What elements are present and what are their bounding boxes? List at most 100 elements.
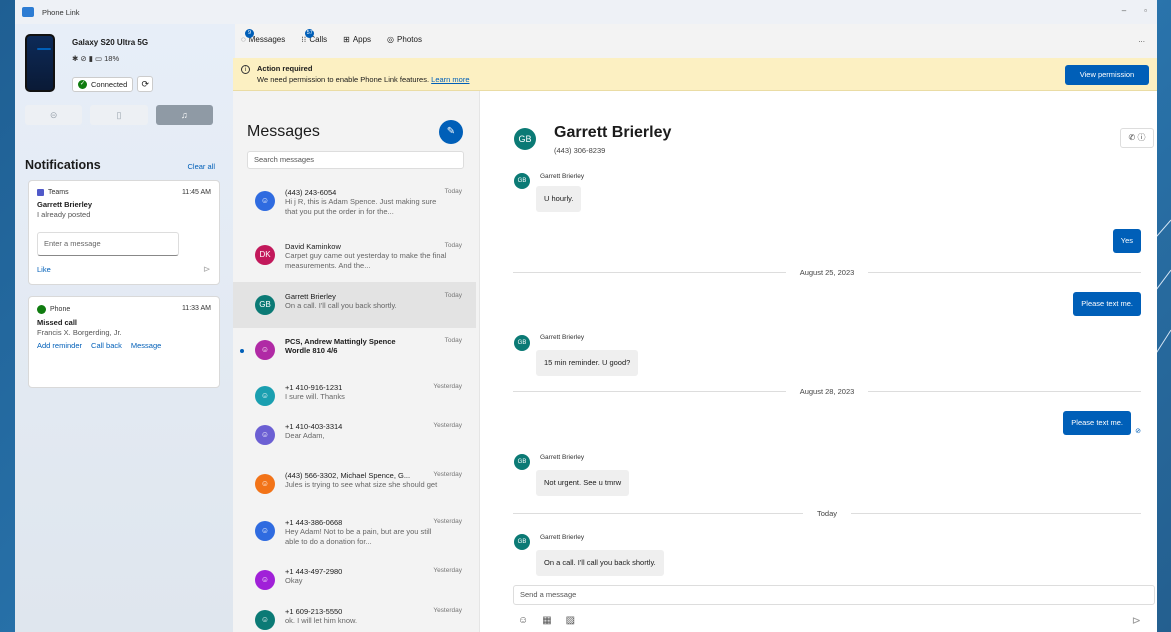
conversation-name: (443) 566-3302, Michael Spence, G...	[285, 471, 411, 480]
read-receipt-icon: ⊘	[1135, 428, 1141, 435]
search-messages-input[interactable]: Search messages	[247, 151, 464, 169]
notification-time: 11:45 AM	[181, 189, 211, 196]
compose-toolbar: ☺ ▦ ▨	[518, 615, 575, 626]
list-item[interactable]: ☺ (443) 566-3302, Michael Spence, G... J…	[233, 461, 476, 507]
device-panel: Galaxy S20 Ultra 5G ✱ ⊘ ▮ ▭ 18% ✓ Connec…	[15, 24, 235, 632]
message-link[interactable]: Message	[131, 341, 161, 350]
message-bubble: U hourly.	[536, 186, 582, 212]
missed-call-title: Missed call	[37, 318, 78, 327]
list-item[interactable]: ☺ +1 609-213-5550 ok. I will let him kno…	[233, 597, 476, 632]
date-separator: Today	[513, 508, 1142, 518]
tab-photos[interactable]: ◎ Photos	[387, 35, 422, 44]
send-icon[interactable]: ⊳	[1132, 614, 1141, 627]
caller-name: Francis X. Borgerding, Jr.	[37, 328, 122, 337]
title-bar: Phone Link – ▫	[15, 0, 1157, 24]
vibrate-button[interactable]: ▯	[90, 105, 148, 125]
conversation-name: +1 410-403-3314	[285, 422, 343, 431]
tab-messages[interactable]: ◌ 9 Messages	[241, 29, 286, 44]
avatar: ☺	[255, 191, 275, 211]
reply-input[interactable]: Enter a message	[37, 232, 179, 256]
notification-app: Phone	[50, 306, 71, 313]
missed-call-card: Phone 11:33 AM Missed call Francis X. Bo…	[28, 296, 220, 388]
main-tabs: ◌ 9 Messages ⁝⁝ 57 Calls ⊞ Apps ◎ Photos	[241, 29, 422, 44]
notifications-title: Notifications	[25, 158, 101, 172]
list-item[interactable]: GB Garrett Brierley On a call. I'll call…	[233, 282, 476, 328]
phone-link-window: Phone Link – ▫ Galaxy S20 Ultra 5G ✱ ⊘ ▮…	[15, 0, 1157, 632]
date-separator: August 25, 2023	[513, 267, 1142, 277]
check-icon: ✓	[78, 79, 87, 89]
image-icon[interactable]: ▨	[566, 615, 575, 626]
window-controls: – ▫	[1122, 6, 1147, 15]
new-message-button[interactable]: ✎	[439, 120, 463, 144]
audio-button[interactable]: ♫	[155, 105, 213, 125]
maximize-button[interactable]: ▫	[1144, 6, 1147, 15]
sent-bubble: Please text me.	[1073, 292, 1141, 316]
conversation-date: Today	[444, 188, 462, 195]
device-name: Galaxy S20 Ultra 5G	[72, 38, 149, 47]
unread-indicator	[240, 349, 244, 353]
conversation-preview: Hi j R, this is Adam Spence. Just making…	[285, 197, 437, 216]
conversation-name: (443) 243-6054	[285, 188, 337, 197]
message-thread: GB Garrett Brierley U hourly. Yes August…	[480, 161, 1157, 581]
add-reminder-link[interactable]: Add reminder	[37, 341, 82, 350]
call-back-link[interactable]: Call back	[91, 341, 122, 350]
message-bubble: 15 min reminder. U good?	[536, 350, 639, 376]
minimize-button[interactable]: –	[1122, 6, 1126, 15]
teams-icon	[37, 189, 44, 196]
notification-sender: Garrett Brierley	[37, 200, 93, 209]
avatar: ☺	[255, 425, 275, 445]
avatar: GB	[514, 335, 530, 351]
emoji-icon[interactable]: ☺	[518, 615, 528, 626]
sender-label: Garrett Brierley	[540, 454, 585, 461]
tab-label: Photos	[397, 35, 422, 44]
send-message-input[interactable]: Send a message	[513, 585, 1155, 605]
conversation-preview: Okay	[285, 576, 303, 585]
more-options-button[interactable]: ...	[1138, 35, 1145, 44]
tab-label: Messages	[248, 35, 286, 44]
gif-icon[interactable]: ▦	[542, 615, 551, 626]
list-item[interactable]: ☺ +1 443-386-0668 Hey Adam! Not to be a …	[233, 508, 476, 554]
conversation-name: PCS, Andrew Mattingly Spence	[285, 337, 396, 346]
conversation-preview: Carpet guy came out yesterday to make th…	[285, 251, 447, 270]
phone-icon	[37, 305, 46, 314]
active-tab-indicator	[37, 48, 51, 50]
conversation-name: +1 609-213-5550	[285, 607, 343, 616]
list-item[interactable]: ☺ +1 410-403-3314 Dear Adam, Yesterday	[233, 412, 476, 458]
dnd-button[interactable]: ⊝	[25, 105, 83, 125]
conversation-preview: Wordle 810 4/6	[285, 346, 338, 355]
send-icon[interactable]: ⊳	[203, 264, 211, 275]
tab-apps[interactable]: ⊞ Apps	[343, 35, 371, 44]
photos-icon: ◎	[387, 35, 395, 44]
notification-body: I already posted	[37, 210, 91, 219]
conversation-name: +1 443-386-0668	[285, 518, 343, 527]
list-item[interactable]: ☺ (443) 243-6054 Hi j R, this is Adam Sp…	[233, 178, 476, 224]
avatar: ☺	[255, 570, 275, 590]
conversation-list: Messages ✎ Search messages ☺ (443) 243-6…	[233, 91, 478, 632]
conversation-date: Today	[444, 337, 462, 344]
conversation-date: Yesterday	[433, 607, 462, 614]
avatar: DK	[255, 245, 275, 265]
list-item[interactable]: ☺ PCS, Andrew Mattingly Spence Wordle 81…	[233, 327, 476, 373]
conversation-date: Yesterday	[433, 518, 462, 525]
connected-label: Connected	[91, 79, 128, 89]
like-link[interactable]: Like	[37, 265, 211, 274]
avatar: ☺	[255, 386, 275, 406]
refresh-icon[interactable]: ⟳	[137, 76, 154, 92]
apps-icon: ⊞	[343, 35, 350, 44]
sender-label: Garrett Brierley	[540, 534, 585, 541]
tab-calls[interactable]: ⁝⁝ 57 Calls	[301, 29, 327, 44]
sender-label: Garrett Brierley	[540, 334, 585, 341]
conversation-date: Yesterday	[433, 567, 462, 574]
view-permission-button[interactable]: View permission	[1065, 65, 1149, 85]
sent-bubble: Yes	[1112, 229, 1141, 253]
learn-more-link[interactable]: Learn more	[431, 75, 469, 84]
conversation-name: +1 443-497-2980	[285, 567, 343, 576]
avatar: GB	[514, 173, 530, 189]
conversation-name: Garrett Brierley	[285, 292, 336, 301]
list-item[interactable]: DK David Kaminkow Carpet guy came out ye…	[233, 232, 476, 278]
conversation-preview: I sure will. Thanks	[285, 392, 345, 401]
clear-all-link[interactable]: Clear all	[187, 162, 215, 171]
permission-banner: i Action required We need permission to …	[233, 58, 1157, 91]
connected-button[interactable]: ✓ Connected	[72, 76, 134, 92]
call-info-button[interactable]: ✆ ⓘ	[1120, 128, 1154, 148]
